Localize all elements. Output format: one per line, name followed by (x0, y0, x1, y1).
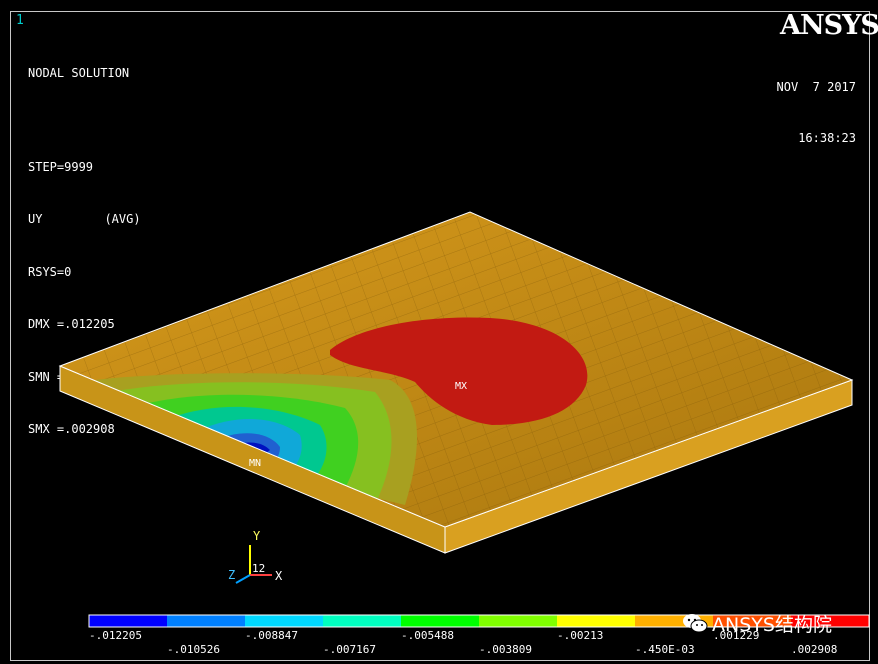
legend-label: -.450E-03 (635, 643, 695, 656)
legend-label: -.007167 (323, 643, 376, 656)
axis-x-label: X (275, 569, 283, 583)
legend-swatch (479, 615, 557, 627)
legend-label: -.005488 (401, 629, 454, 642)
legend-swatch (245, 615, 323, 627)
model-plot[interactable]: MX MN Y X Z 12 (0, 0, 878, 664)
legend-label: .002908 (791, 643, 838, 656)
max-marker: MX (455, 381, 467, 392)
legend-swatch (401, 615, 479, 627)
legend-label: -.003809 (479, 643, 532, 656)
legend-swatch (89, 615, 167, 627)
legend-label: -.010526 (167, 643, 220, 656)
watermark: ANSYS结构院 (682, 610, 832, 636)
legend-label: -.00213 (557, 629, 604, 642)
graphics-viewport[interactable]: 1 NODAL SOLUTION STEP=9999 UY (AVG) RSYS=… (0, 0, 878, 664)
legend-swatch (323, 615, 401, 627)
wechat-icon (682, 612, 708, 634)
axis-y-label: Y (253, 529, 261, 543)
axis-triad: Y X Z 12 (228, 529, 283, 584)
axis-num-label: 12 (252, 562, 265, 575)
min-marker: MN (249, 458, 261, 469)
watermark-text: ANSYS结构院 (712, 613, 832, 636)
axis-z-label: Z (228, 568, 235, 582)
legend-swatch (557, 615, 635, 627)
legend-label: -.012205 (89, 629, 142, 642)
legend-swatch (167, 615, 245, 627)
legend-label: -.008847 (245, 629, 298, 642)
